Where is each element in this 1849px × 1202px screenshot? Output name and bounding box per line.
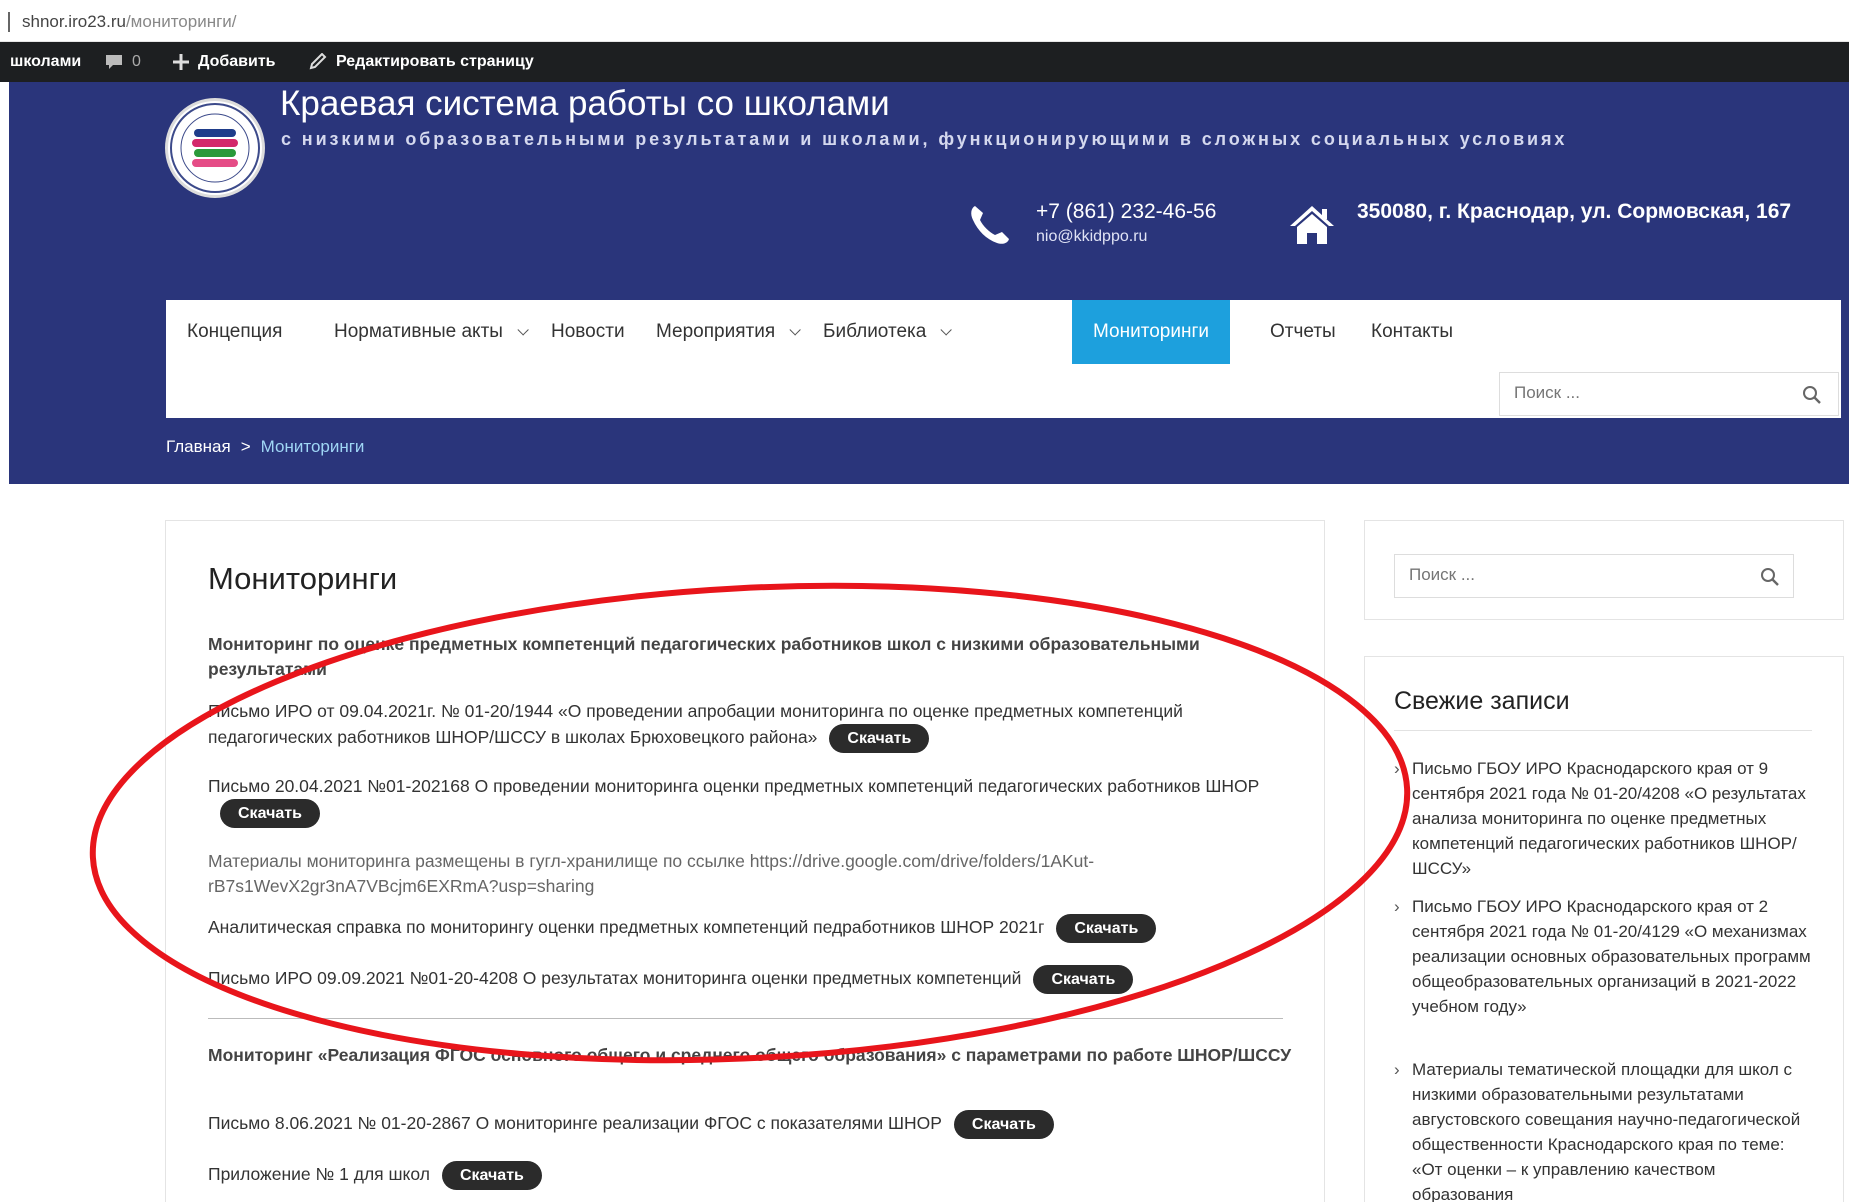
url-host: shnor.iro23.ru	[22, 12, 126, 31]
nav-label: Мероприятия	[656, 321, 776, 342]
site-description: с низкими образовательными результатами …	[281, 129, 1568, 149]
admin-edit-label: Редактировать страницу	[336, 53, 534, 70]
pencil-icon	[309, 53, 327, 70]
section-heading-fgos: Мониторинг «Реализация ФГОС основного об…	[208, 1045, 1292, 1065]
nav-label: Мониторинги	[1093, 321, 1209, 342]
list-item: Письмо 20.04.2021 №01-202168 О проведени…	[208, 774, 1298, 828]
address-bar[interactable]: shnor.iro23.ru/мониторинги/	[0, 0, 1849, 42]
recent-post-title: Письмо ГБОУ ИРО Краснодарского края от 9…	[1412, 759, 1806, 878]
chevron-down-icon	[517, 324, 529, 336]
main-navigation: Концепция Нормативные акты Новости Мероп…	[166, 300, 1841, 418]
logo-emblem	[170, 103, 260, 193]
recent-post[interactable]: › Письмо ГБОУ ИРО Краснодарского края от …	[1394, 756, 1814, 881]
materials-link-text[interactable]: Материалы мониторинга размещены в гугл-х…	[208, 851, 1094, 896]
nav-item-monitoring[interactable]: Мониторинги	[1072, 300, 1230, 364]
download-button[interactable]: Скачать	[829, 724, 930, 753]
breadcrumb-current: Мониторинги	[260, 437, 365, 456]
nav-label: Концепция	[187, 321, 283, 342]
chevron-down-icon	[789, 324, 801, 336]
nav-label: Отчеты	[1270, 321, 1336, 342]
admin-comments[interactable]: 0	[104, 53, 141, 71]
recent-post[interactable]: › Материалы тематической площадки для шко…	[1394, 1057, 1814, 1202]
header-phone[interactable]: +7 (861) 232-46-56	[1036, 200, 1216, 224]
list-item: Письмо 8.06.2021 № 01-20-2867 О монитори…	[208, 1110, 1298, 1139]
nav-label: Контакты	[1371, 321, 1454, 342]
url-text[interactable]: shnor.iro23.ru/мониторинги/	[22, 12, 237, 32]
chevron-down-icon	[940, 324, 953, 336]
recent-posts-title: Свежие записи	[1394, 687, 1570, 715]
site-logo[interactable]	[165, 98, 265, 198]
search-icon[interactable]	[1802, 385, 1822, 405]
chevron-right-icon: ›	[1394, 759, 1400, 778]
item-link[interactable]: Аналитическая справка по мониторингу оце…	[208, 917, 1044, 937]
phone-icon	[971, 206, 1009, 244]
section-divider	[208, 1018, 1283, 1019]
sidebar-recent-posts: Свежие записи › Письмо ГБОУ ИРО Краснодар…	[1364, 656, 1844, 1202]
recent-post[interactable]: › Письмо ГБОУ ИРО Краснодарского края от …	[1394, 894, 1814, 1019]
nav-label: Библиотека	[823, 321, 927, 342]
download-button[interactable]: Скачать	[1033, 965, 1134, 994]
list-item: Приложение № 1 для школ Скачать	[208, 1161, 1298, 1190]
download-button[interactable]: Скачать	[1056, 914, 1157, 943]
page-title: Мониторинги	[208, 561, 398, 596]
breadcrumb: Главная > Мониторинги	[166, 437, 364, 457]
list-item: Материалы мониторинга размещены в гугл-х…	[208, 849, 1298, 899]
site-header: Краевая система работы со школами с низк…	[9, 82, 1849, 484]
nav-item-library[interactable]: Библиотека	[802, 300, 969, 364]
sidebar-search-widget	[1364, 520, 1844, 620]
header-address: 350080, г. Краснодар, ул. Сормовская, 16…	[1357, 200, 1792, 223]
nav-item-contacts[interactable]: Контакты	[1350, 300, 1474, 364]
download-button[interactable]: Скачать	[441, 1161, 542, 1190]
title-underline	[1394, 730, 1812, 731]
chevron-right-icon: ›	[1394, 897, 1400, 916]
header-email[interactable]: nio@kkidppo.ru	[1036, 228, 1147, 246]
nav-label: Новости	[551, 321, 625, 342]
nav-search-input[interactable]	[1514, 383, 1774, 403]
main-content: Мониторинги Мониторинг по оценке предмет…	[165, 520, 1325, 1202]
admin-add-label: Добавить	[198, 53, 276, 70]
list-item: Письмо ИРО от 09.04.2021г. № 01-20/1944 …	[208, 699, 1298, 753]
nav-item-reports[interactable]: Отчеты	[1249, 300, 1357, 364]
nav-search-box	[1499, 372, 1839, 416]
download-button[interactable]: Скачать	[953, 1110, 1054, 1139]
sidebar-search-box	[1394, 554, 1794, 598]
admin-edit-page[interactable]: Редактировать страницу	[308, 53, 534, 71]
item-link[interactable]: Письмо 8.06.2021 № 01-20-2867 О монитори…	[208, 1113, 942, 1133]
text-caret	[8, 12, 10, 32]
nav-item-normative[interactable]: Нормативные акты	[313, 300, 546, 364]
recent-post-title: Материалы тематической площадки для школ…	[1412, 1060, 1801, 1202]
plus-icon	[173, 54, 189, 70]
item-link[interactable]: Письмо ИРО от 09.04.2021г. № 01-20/1944 …	[208, 701, 1183, 747]
admin-site-link[interactable]: школами	[10, 53, 81, 71]
nav-item-concept[interactable]: Концепция	[166, 300, 303, 364]
item-link[interactable]: Письмо 20.04.2021 №01-202168 О проведени…	[208, 776, 1259, 796]
admin-add-new[interactable]: Добавить	[172, 53, 276, 71]
site-title[interactable]: Краевая система работы со школами	[280, 84, 890, 124]
item-link[interactable]: Приложение № 1 для школ	[208, 1164, 430, 1184]
list-item: Письмо ИРО 09.09.2021 №01-20-4208 О резу…	[208, 965, 1298, 994]
nav-label: Нормативные акты	[334, 321, 503, 342]
search-icon[interactable]	[1760, 567, 1780, 587]
download-button[interactable]: Скачать	[220, 799, 320, 828]
recent-post-title: Письмо ГБОУ ИРО Краснодарского края от 2…	[1412, 897, 1811, 1016]
breadcrumb-home[interactable]: Главная	[166, 437, 231, 456]
url-path: /мониторинги/	[125, 12, 237, 31]
section-heading-competence: Мониторинг по оценке предметных компетен…	[208, 634, 1200, 679]
item-link[interactable]: Письмо ИРО 09.09.2021 №01-20-4208 О резу…	[208, 968, 1021, 988]
nav-item-news[interactable]: Новости	[530, 300, 646, 364]
breadcrumb-separator: >	[240, 437, 251, 456]
nav-item-events[interactable]: Мероприятия	[635, 300, 818, 364]
comments-count: 0	[132, 53, 141, 70]
admin-site-label: школами	[10, 53, 82, 70]
chevron-right-icon: ›	[1394, 1060, 1400, 1079]
comment-icon	[106, 55, 122, 69]
home-icon	[1290, 206, 1334, 244]
list-item: Аналитическая справка по мониторингу оце…	[208, 914, 1298, 943]
sidebar-search-input[interactable]	[1409, 565, 1669, 585]
admin-bar: школами 0 Добавить Редактировать страниц…	[0, 42, 1849, 82]
